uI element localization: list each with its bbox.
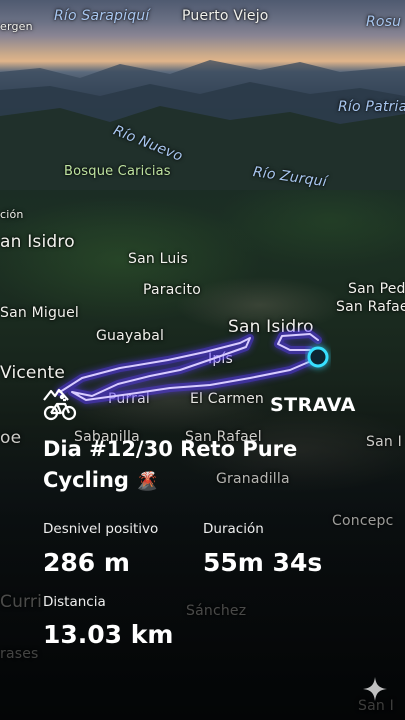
activity-title: Dia #12/30 Reto Pure Cycling 🌋 <box>43 434 373 497</box>
sparkle-icon <box>363 677 387 701</box>
route-end-marker <box>307 346 329 368</box>
duration-value: 55m 34s <box>203 548 323 577</box>
distance-value: 13.03 km <box>43 620 174 649</box>
distance-label: Distancia <box>43 594 106 610</box>
route-map <box>56 330 329 404</box>
duration-label: Duración <box>203 521 264 537</box>
bike-icon <box>43 388 77 421</box>
elevation-label: Desnivel positivo <box>43 521 159 537</box>
elevation-value: 286 m <box>43 548 130 577</box>
strava-logo: STRAVA <box>270 394 356 416</box>
activity-title-text: Dia #12/30 Reto Pure Cycling <box>43 437 298 492</box>
volcano-icon: 🌋 <box>136 471 159 492</box>
